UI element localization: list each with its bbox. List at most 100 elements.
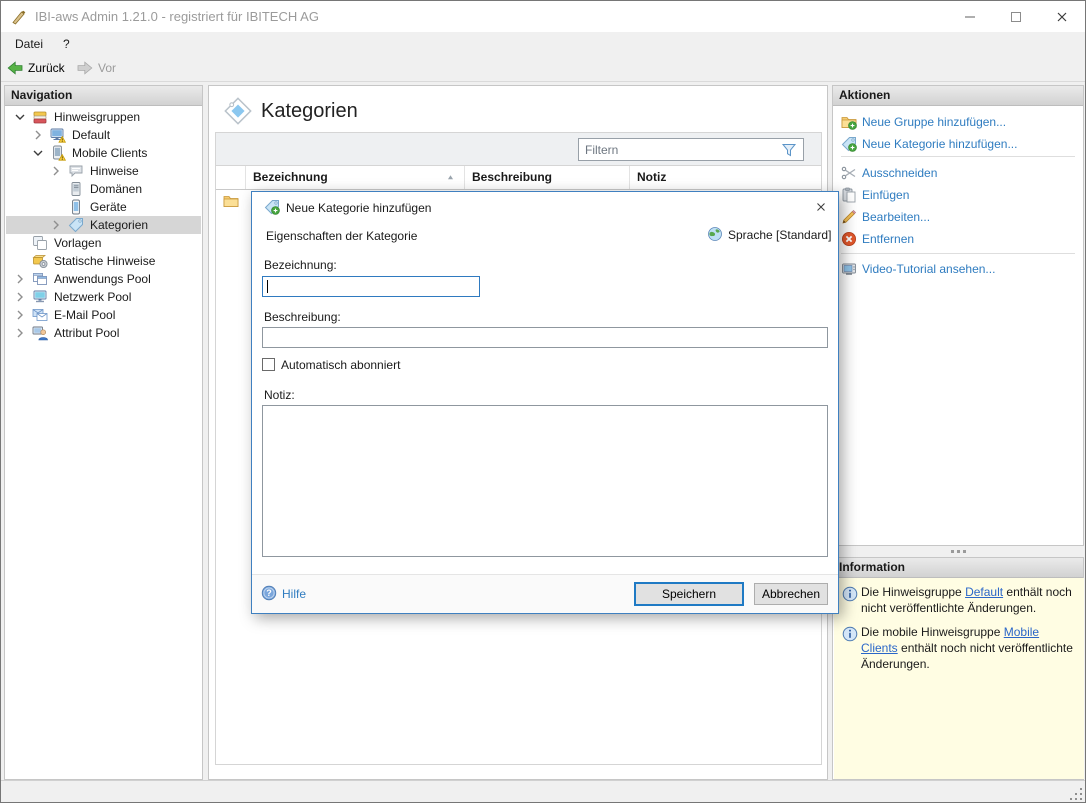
action-label: Neue Gruppe hinzufügen... — [862, 111, 1006, 133]
tree-item-hinweise[interactable]: Hinweise — [6, 162, 201, 180]
action-entfernen[interactable]: Entfernen — [833, 228, 1083, 250]
bezeichnung-label: Bezeichnung: — [264, 258, 337, 272]
notice-groups-icon — [32, 109, 48, 125]
paste-icon — [841, 187, 857, 203]
panel-splitter[interactable] — [832, 546, 1084, 557]
app-icon — [11, 9, 27, 25]
tree-item-netzwerk-pool[interactable]: Netzwerk Pool — [6, 288, 201, 306]
information-body: Die Hinweisgruppe Default enthält noch n… — [834, 578, 1084, 779]
notiz-label: Notiz: — [264, 388, 295, 402]
close-icon — [1054, 9, 1070, 25]
forward-arrow-icon — [77, 60, 93, 76]
maximize-button[interactable] — [994, 1, 1038, 32]
tree-item-anwendungs-pool[interactable]: Anwendungs Pool — [6, 270, 201, 288]
column-header-bezeichnung[interactable]: Bezeichnung — [245, 166, 464, 189]
tree-item-label: Anwendungs Pool — [54, 270, 151, 288]
tag-plus-icon — [841, 136, 857, 152]
sort-ascending-icon — [446, 173, 455, 182]
cancel-button[interactable]: Abbrechen — [754, 583, 828, 605]
information-header: Information — [833, 558, 1083, 578]
column-header-notiz[interactable]: Notiz — [629, 166, 821, 189]
action-neue-gruppe[interactable]: Neue Gruppe hinzufügen... — [833, 111, 1083, 133]
info-text: Die mobile Hinweisgruppe Mobile Clients … — [861, 624, 1074, 672]
language-selector[interactable]: Sprache [Standard] — [707, 226, 832, 246]
chevron-right-icon[interactable] — [48, 163, 64, 179]
language-label: Sprache [Standard] — [728, 228, 831, 242]
close-icon — [814, 199, 828, 215]
dialog-title: Neue Kategorie hinzufügen — [286, 201, 431, 215]
column-header-beschreibung[interactable]: Beschreibung — [464, 166, 629, 189]
chevron-right-icon[interactable] — [48, 217, 64, 233]
action-neue-kategorie[interactable]: Neue Kategorie hinzufügen... — [833, 133, 1083, 155]
resize-grip-icon[interactable] — [1070, 788, 1082, 800]
tree-item-hinweisgruppen[interactable]: Hinweisgruppen — [6, 108, 201, 126]
menu-bar — [1, 32, 1085, 54]
action-video-tutorial[interactable]: Video-Tutorial ansehen... — [833, 258, 1083, 280]
forward-button[interactable]: Vor — [77, 58, 116, 78]
automatisch-abonniert-checkbox[interactable] — [262, 358, 275, 371]
tree-item-label: Mobile Clients — [72, 144, 147, 162]
page-title: Kategorien — [261, 100, 358, 123]
beschreibung-input[interactable] — [262, 327, 828, 348]
tree-item-label: Statische Hinweise — [54, 252, 155, 270]
folder-plus-icon — [841, 114, 857, 130]
minimize-button[interactable] — [948, 1, 992, 32]
menu-item-help[interactable]: ? — [59, 35, 74, 53]
templates-icon — [32, 235, 48, 251]
bezeichnung-input[interactable] — [262, 276, 480, 297]
save-button[interactable]: Speichern — [634, 582, 744, 606]
chevron-right-icon[interactable] — [30, 127, 46, 143]
notiz-textarea[interactable] — [262, 405, 828, 557]
column-label: Notiz — [637, 170, 666, 184]
action-ausschneiden[interactable]: Ausschneiden — [833, 162, 1083, 184]
menu-item-datei[interactable]: Datei — [11, 35, 47, 53]
action-einfuegen[interactable]: Einfügen — [833, 184, 1083, 206]
application-pool-icon — [32, 271, 48, 287]
tree-item-label: Hinweise — [90, 162, 139, 180]
chevron-right-icon[interactable] — [12, 271, 28, 287]
dialog-footer: Hilfe Speichern Abbrechen — [252, 574, 838, 613]
tree-item-statische-hinweise[interactable]: Statische Hinweise — [6, 252, 201, 270]
tree-item-label: Kategorien — [90, 216, 148, 234]
chevron-right-icon[interactable] — [12, 325, 28, 341]
tree-item-mobile-clients[interactable]: Mobile Clients — [6, 144, 201, 162]
title-bar: IBI-aws Admin 1.21.0 - registriert für I… — [1, 1, 1085, 32]
tree-item-label: Netzwerk Pool — [54, 288, 131, 306]
filter-field-wrap — [578, 138, 804, 161]
status-bar — [1, 780, 1085, 803]
tree-item-vorlagen[interactable]: Vorlagen — [6, 234, 201, 252]
tree-item-email-pool[interactable]: E-Mail Pool — [6, 306, 201, 324]
mobile-phone-icon — [68, 199, 84, 215]
close-button[interactable] — [1040, 1, 1084, 32]
chevron-right-icon[interactable] — [12, 307, 28, 323]
bezeichnung-field-wrap — [262, 276, 480, 297]
filter-input[interactable] — [578, 138, 804, 161]
chevron-down-icon[interactable] — [12, 109, 28, 125]
chevron-down-icon[interactable] — [30, 145, 46, 161]
navigation-panel: Navigation Hinweisgruppen Default Mobile… — [4, 85, 203, 780]
actions-panel: Aktionen Neue Gruppe hinzufügen... Neue … — [832, 85, 1084, 546]
chevron-right-icon[interactable] — [12, 289, 28, 305]
info-text-prefix: Die mobile Hinweisgruppe — [861, 625, 1004, 639]
tree-item-domaenen[interactable]: Domänen — [6, 180, 201, 198]
action-bearbeiten[interactable]: Bearbeiten... — [833, 206, 1083, 228]
static-notice-icon — [32, 253, 48, 269]
domain-device-icon — [68, 181, 84, 197]
app-window: IBI-aws Admin 1.21.0 - registriert für I… — [0, 0, 1086, 803]
remove-icon — [841, 231, 857, 247]
dialog-close-button[interactable] — [808, 195, 834, 219]
info-link-default[interactable]: Default — [965, 585, 1003, 599]
tree-item-geraete[interactable]: Geräte — [6, 198, 201, 216]
action-label: Einfügen — [862, 184, 909, 206]
info-text-prefix: Die Hinweisgruppe — [861, 585, 965, 599]
tree-item-label: Domänen — [90, 180, 142, 198]
tree-item-default[interactable]: Default — [6, 126, 201, 144]
tree-item-kategorien[interactable]: Kategorien — [6, 216, 201, 234]
back-button[interactable]: Zurück — [7, 58, 65, 78]
filter-icon[interactable] — [781, 142, 797, 158]
column-header-icon[interactable] — [216, 166, 245, 189]
information-panel: Information Die Hinweisgruppe Default en… — [832, 557, 1084, 780]
email-pool-icon — [32, 307, 48, 323]
scissors-icon — [841, 165, 857, 181]
tree-item-attribut-pool[interactable]: Attribut Pool — [6, 324, 201, 342]
